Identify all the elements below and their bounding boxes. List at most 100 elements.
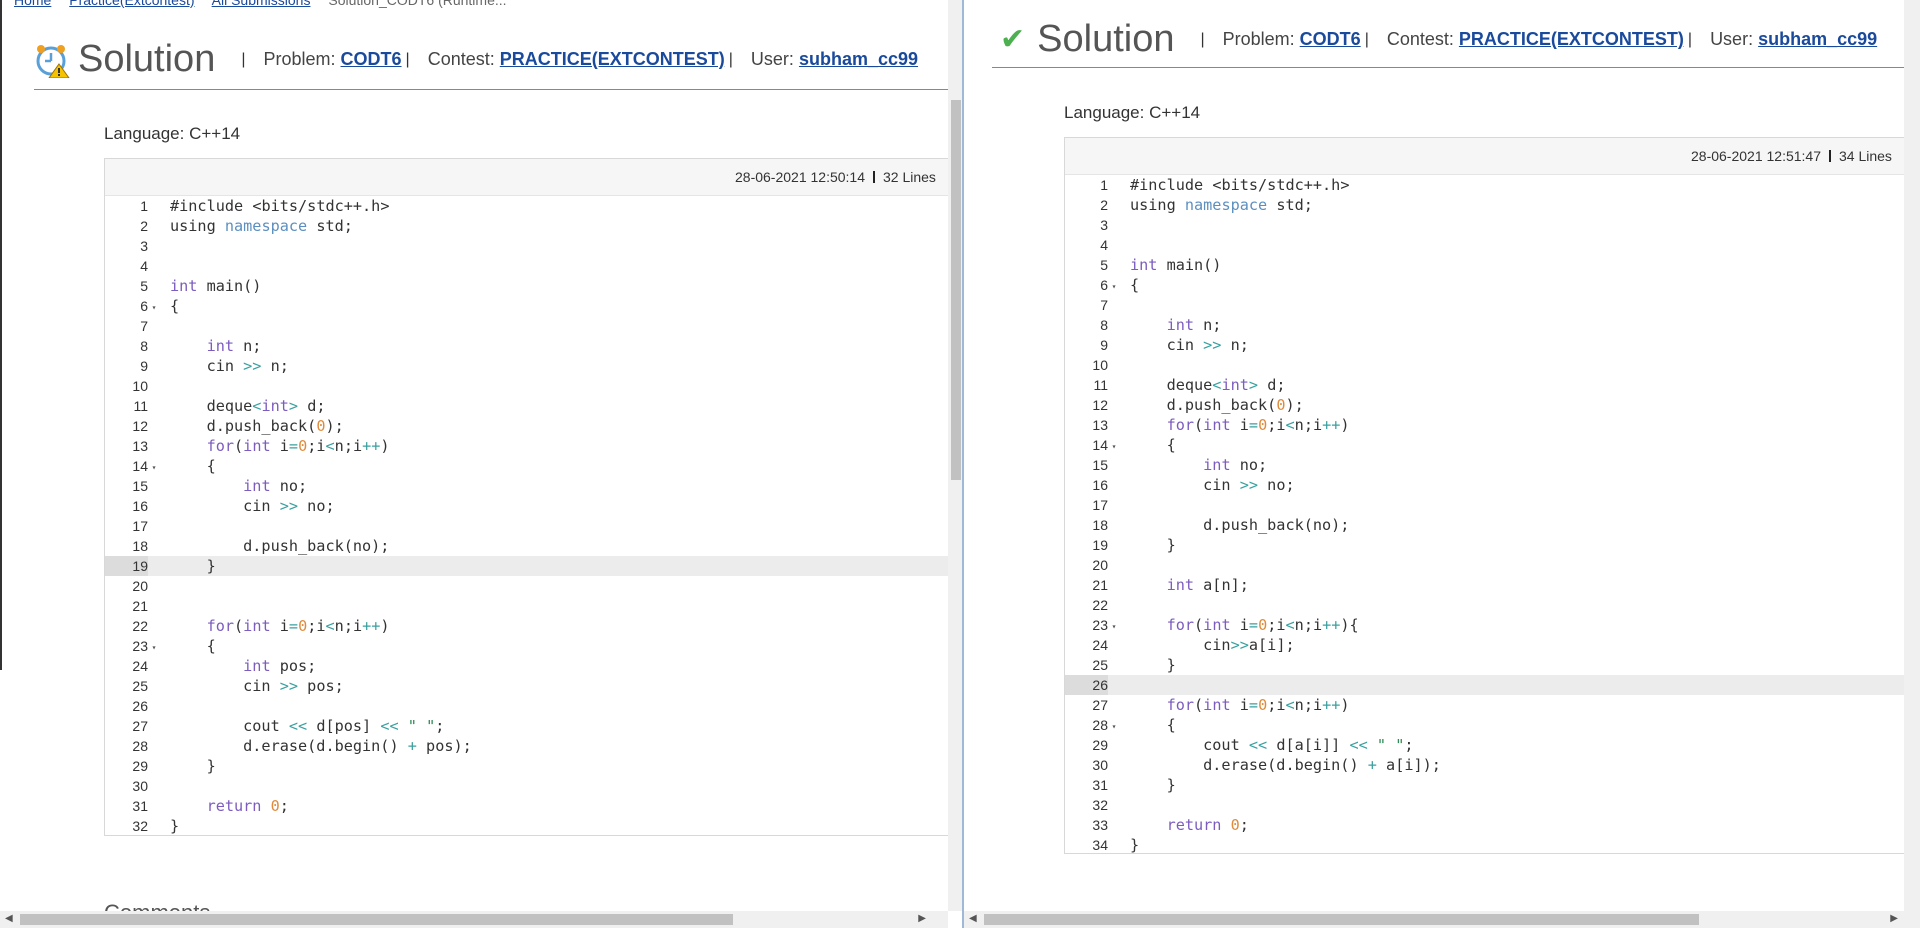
- code-line[interactable]: 18 d.push_back(no);: [105, 536, 964, 556]
- code-line[interactable]: 32}: [105, 816, 964, 836]
- code-line[interactable]: 32: [1065, 795, 1920, 815]
- code-line[interactable]: 1 #include <bits/stdc++.h>: [1065, 175, 1920, 195]
- contest-link[interactable]: PRACTICE(EXTCONTEST): [1459, 29, 1684, 49]
- code-line[interactable]: 30: [105, 776, 964, 796]
- code-line[interactable]: 22 for(int i=0;i<n;i++): [105, 616, 964, 636]
- scroll-right-arrow-icon[interactable]: ▶: [1890, 913, 1898, 924]
- code-line[interactable]: 29 cout << d[a[i]] << " ";: [1065, 735, 1920, 755]
- scrollbar-thumb[interactable]: [951, 100, 961, 480]
- code-line[interactable]: 2 using namespace std;: [1065, 195, 1920, 215]
- code-line[interactable]: 8 int n;: [105, 336, 964, 356]
- breadcrumb-home[interactable]: Home: [14, 0, 51, 8]
- code-line[interactable]: 15 int no;: [1065, 455, 1920, 475]
- code-line[interactable]: 1 #include <bits/stdc++.h>: [105, 196, 964, 216]
- scrollbar-thumb[interactable]: [984, 914, 1699, 925]
- code-line[interactable]: 6 ▾ {: [1065, 275, 1920, 295]
- code-line[interactable]: 31 return 0;: [105, 796, 964, 816]
- contest-link[interactable]: PRACTICE(EXTCONTEST): [500, 49, 725, 69]
- code-line[interactable]: 11 deque<int> d;: [105, 396, 964, 416]
- code-line[interactable]: 2 using namespace std;: [105, 216, 964, 236]
- code-line[interactable]: 20: [105, 576, 964, 596]
- code-lines[interactable]: 1 #include <bits/stdc++.h> 2 using namespac…: [105, 196, 964, 836]
- code-line[interactable]: 29 }: [105, 756, 964, 776]
- code-line[interactable]: 27 cout << d[pos] << " ";: [105, 716, 964, 736]
- fold-toggle-icon[interactable]: ▾: [148, 298, 160, 318]
- code-line[interactable]: 13 for(int i=0;i<n;i++): [105, 436, 964, 456]
- user-link[interactable]: subham_cc99: [799, 49, 918, 69]
- code-line[interactable]: 18 d.push_back(no);: [1065, 515, 1920, 535]
- code-line[interactable]: 3: [105, 236, 964, 256]
- code-line[interactable]: 20: [1065, 555, 1920, 575]
- problem-link[interactable]: CODT6: [1300, 29, 1361, 49]
- code-line[interactable]: 27 for(int i=0;i<n;i++): [1065, 695, 1920, 715]
- code-line[interactable]: 9 cin >> n;: [1065, 335, 1920, 355]
- code-line[interactable]: 14 ▾ {: [1065, 435, 1920, 455]
- code-line[interactable]: 30 d.erase(d.begin() + a[i]);: [1065, 755, 1920, 775]
- code-line[interactable]: 28 ▾ {: [1065, 715, 1920, 735]
- fold-toggle-icon[interactable]: ▾: [148, 638, 160, 658]
- code-line[interactable]: 33 return 0;: [1065, 815, 1920, 835]
- code-line[interactable]: 21: [105, 596, 964, 616]
- line-number: 23: [132, 638, 148, 654]
- fold-toggle-icon[interactable]: ▾: [1108, 277, 1120, 297]
- code-line[interactable]: 24 cin>>a[i];: [1065, 635, 1920, 655]
- code-text: d.push_back(0);: [170, 417, 344, 435]
- code-line[interactable]: 8 int n;: [1065, 315, 1920, 335]
- fold-toggle-icon[interactable]: ▾: [148, 458, 160, 478]
- code-line[interactable]: 10: [1065, 355, 1920, 375]
- code-line[interactable]: 25 cin >> pos;: [105, 676, 964, 696]
- fold-toggle-icon[interactable]: ▾: [1108, 717, 1120, 737]
- code-line[interactable]: 19 }: [105, 556, 964, 576]
- line-number: 19: [105, 556, 148, 576]
- code-line[interactable]: 10: [105, 376, 964, 396]
- code-line[interactable]: 19 }: [1065, 535, 1920, 555]
- code-lines[interactable]: 1 #include <bits/stdc++.h> 2 using namespac…: [1065, 175, 1920, 855]
- scroll-left-arrow-icon[interactable]: ◀: [5, 913, 13, 924]
- code-line[interactable]: 28 d.erase(d.begin() + pos);: [105, 736, 964, 756]
- code-line[interactable]: 7: [105, 316, 964, 336]
- code-line[interactable]: 12 d.push_back(0);: [105, 416, 964, 436]
- code-line[interactable]: 11 deque<int> d;: [1065, 375, 1920, 395]
- fold-toggle-icon[interactable]: ▾: [1108, 437, 1120, 457]
- vertical-scrollbar[interactable]: [1904, 0, 1920, 911]
- code-line[interactable]: 17: [105, 516, 964, 536]
- user-link[interactable]: subham_cc99: [1758, 29, 1877, 49]
- code-line[interactable]: 5 int main(): [105, 276, 964, 296]
- fold-toggle-icon[interactable]: ▾: [1108, 617, 1120, 637]
- scrollbar-thumb[interactable]: [20, 914, 733, 925]
- code-line[interactable]: 15 int no;: [105, 476, 964, 496]
- code-line[interactable]: 14 ▾ {: [105, 456, 964, 476]
- code-line[interactable]: 5 int main(): [1065, 255, 1920, 275]
- code-line[interactable]: 3: [1065, 215, 1920, 235]
- code-viewer[interactable]: 28-06-2021 12:51:47 34 Lines 1 #include <b…: [1064, 137, 1920, 854]
- code-line[interactable]: 4: [105, 256, 964, 276]
- code-line[interactable]: 6 ▾ {: [105, 296, 964, 316]
- code-line[interactable]: 34}: [1065, 835, 1920, 855]
- code-text: cin >> n;: [170, 357, 289, 375]
- code-line[interactable]: 12 d.push_back(0);: [1065, 395, 1920, 415]
- problem-link[interactable]: CODT6: [341, 49, 402, 69]
- code-viewer[interactable]: 28-06-2021 12:50:14 32 Lines 1 #include <b…: [104, 158, 964, 836]
- code-line[interactable]: 4: [1065, 235, 1920, 255]
- code-line[interactable]: 17: [1065, 495, 1920, 515]
- code-line[interactable]: 24 int pos;: [105, 656, 964, 676]
- code-line[interactable]: 22: [1065, 595, 1920, 615]
- code-line[interactable]: 21 int a[n];: [1065, 575, 1920, 595]
- horizontal-scrollbar[interactable]: ◀ ▶: [0, 911, 948, 928]
- code-line[interactable]: 13 for(int i=0;i<n;i++): [1065, 415, 1920, 435]
- code-line[interactable]: 25 }: [1065, 655, 1920, 675]
- code-line[interactable]: 26: [105, 696, 964, 716]
- code-line[interactable]: 31 }: [1065, 775, 1920, 795]
- code-line[interactable]: 16 cin >> no;: [1065, 475, 1920, 495]
- code-line[interactable]: 7: [1065, 295, 1920, 315]
- breadcrumb-submissions[interactable]: All Submissions: [212, 0, 311, 8]
- code-line[interactable]: 23 ▾ for(int i=0;i<n;i++){: [1065, 615, 1920, 635]
- scroll-right-arrow-icon[interactable]: ▶: [918, 913, 926, 924]
- code-line[interactable]: 23 ▾ {: [105, 636, 964, 656]
- breadcrumb-practice[interactable]: Practice(Extcontest): [69, 0, 194, 8]
- code-line[interactable]: 26: [1065, 675, 1920, 695]
- code-line[interactable]: 16 cin >> no;: [105, 496, 964, 516]
- code-line[interactable]: 9 cin >> n;: [105, 356, 964, 376]
- horizontal-scrollbar[interactable]: ◀ ▶: [964, 911, 1920, 928]
- scroll-left-arrow-icon[interactable]: ◀: [969, 913, 977, 924]
